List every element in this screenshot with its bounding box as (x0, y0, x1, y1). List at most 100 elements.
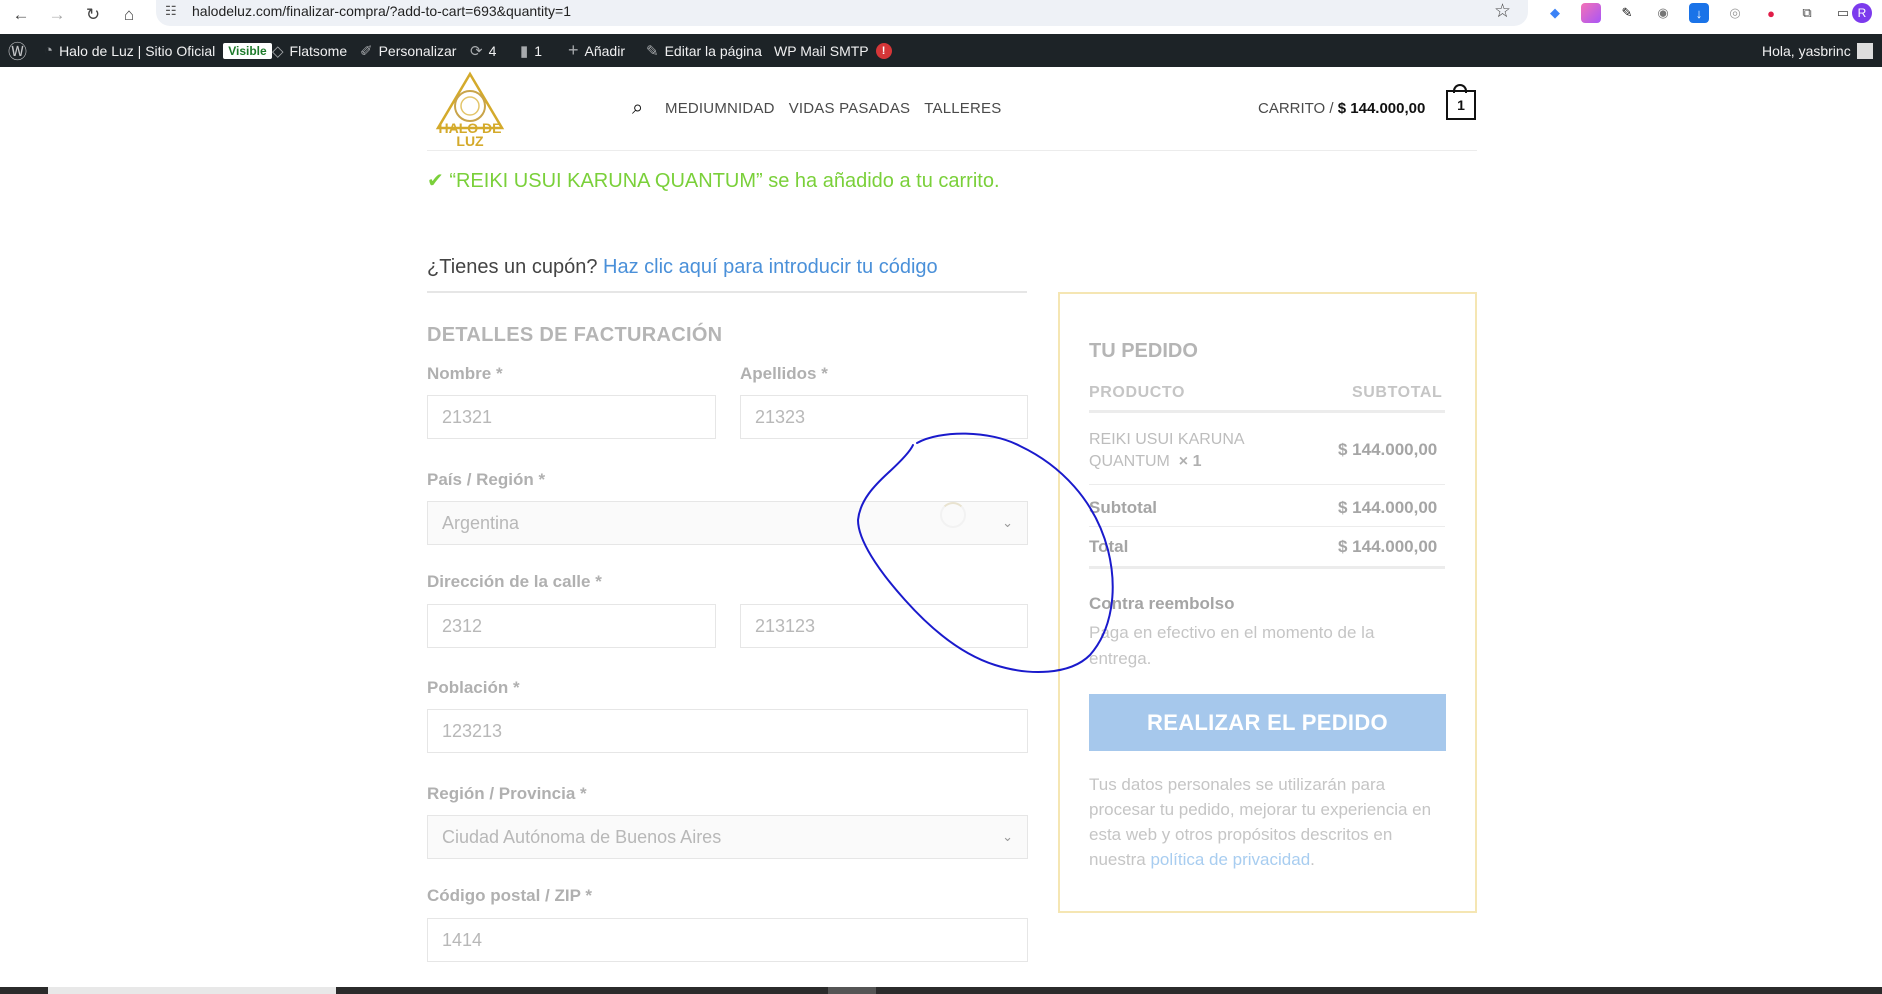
first-name-field[interactable]: 21321 (427, 395, 716, 439)
smtp-alert-badge: ! (875, 42, 892, 59)
greeting-label: Hola, yasbrinc (1762, 42, 1851, 59)
chevron-down-icon: ⌄ (1002, 829, 1013, 844)
eyedropper-icon[interactable]: ✎ (1617, 3, 1637, 23)
place-order-button[interactable]: REALIZAR EL PEDIDO (1089, 694, 1446, 751)
user-avatar (1856, 42, 1873, 59)
col-subtotal: SUBTOTAL (1352, 384, 1443, 401)
cart-count[interactable]: 1 (1446, 90, 1476, 120)
admin-smtp[interactable]: WP Mail SMTP ! (774, 34, 892, 67)
address-1-field[interactable]: 2312 (427, 604, 716, 648)
pencil-icon: ✎ (646, 42, 659, 60)
updates-icon: ⟳ (470, 42, 483, 60)
last-name-label: Apellidos * (740, 364, 828, 383)
admin-theme[interactable]: ◇ Flatsome (272, 34, 347, 67)
dashboard-icon: ◔ (44, 42, 54, 59)
admin-add-new[interactable]: + Añadir (568, 34, 625, 67)
admin-customize[interactable]: ✐ Personalizar (360, 34, 456, 67)
order-item-price: $ 144.000,00 (1338, 440, 1438, 459)
header-divider (427, 150, 1477, 151)
chevron-down-icon: ⌄ (1002, 515, 1013, 530)
site-name-label: Halo de Luz | Sitio Oficial (59, 42, 216, 59)
admin-updates[interactable]: ⟳ 4 (470, 34, 496, 67)
download-icon[interactable]: ↓ (1689, 3, 1709, 23)
nav-vidas-pasadas[interactable]: VIDAS PASADAS (789, 100, 911, 117)
profile-avatar[interactable]: R (1852, 3, 1872, 23)
payment-method[interactable]: Contra reembolso (1089, 594, 1234, 614)
state-select[interactable]: Ciudad Autónoma de Buenos Aires ⌄ (427, 815, 1028, 859)
admin-account[interactable]: Hola, yasbrinc (1762, 34, 1873, 67)
admin-edit-page[interactable]: ✎ Editar la página (646, 34, 762, 67)
coupon-divider (427, 291, 1027, 293)
main-nav: MEDIUMNIDAD VIDAS PASADAS TALLERES (665, 100, 1001, 117)
privacy-end: . (1310, 850, 1315, 869)
cart-label: CARRITO / (1258, 100, 1334, 117)
payment-description: Paga en efectivo en el momento de la ent… (1089, 623, 1375, 668)
postcode-label: Código postal / ZIP * (427, 886, 592, 905)
updates-count: 4 (488, 42, 497, 59)
browser-toolbar: ← → ↻ ⌂ ☷ halodeluz.com/finalizar-compra… (0, 0, 1882, 34)
visible-badge: Visible (223, 42, 272, 59)
site-info-icon[interactable]: ☷ (165, 3, 177, 19)
privacy-policy-link[interactable]: política de privacidad (1150, 850, 1310, 869)
admin-comments[interactable]: ▮ 1 (520, 34, 542, 67)
subtotal-label: Subtotal (1089, 498, 1157, 517)
theme-label: Flatsome (289, 42, 348, 59)
side-panel-icon[interactable]: ▭ (1833, 3, 1853, 23)
reload-icon[interactable]: ↻ (80, 2, 106, 28)
order-title: TU PEDIDO (1089, 340, 1198, 362)
checkmark-icon: ✔ (427, 170, 444, 192)
customize-label: Personalizar (378, 42, 457, 59)
address-2-field[interactable]: 213123 (740, 604, 1028, 648)
total-value: $ 144.000,00 (1338, 537, 1438, 556)
pokeball-icon[interactable]: ● (1761, 3, 1781, 23)
forward-icon[interactable]: → (44, 2, 70, 28)
admin-site-name[interactable]: ◔ Halo de Luz | Sitio Oficial Visible (44, 34, 272, 67)
home-icon[interactable]: ⌂ (116, 2, 142, 28)
back-icon[interactable]: ← (8, 2, 34, 28)
extensions-puzzle-icon[interactable]: ⧉ (1797, 3, 1817, 23)
nav-talleres[interactable]: TALLERES (924, 100, 1001, 117)
cart-total: $ 144.000,00 (1337, 100, 1426, 117)
last-name-field[interactable]: 21323 (740, 395, 1028, 439)
logo-text: HALO DE LUZ (430, 121, 510, 148)
flatsome-diamond-icon: ◇ (272, 42, 284, 60)
added-to-cart-notice: ✔ “REIKI USUI KARUNA QUANTUM” se ha añad… (427, 168, 1000, 193)
add-new-label: Añadir (584, 42, 625, 59)
cart-link[interactable]: CARRITO / $ 144.000,00 (1258, 100, 1425, 117)
coupon-link[interactable]: Haz clic aquí para introducir tu código (603, 256, 938, 278)
city-label: Población * (427, 678, 520, 697)
subtotal-divider (1089, 526, 1445, 527)
wp-admin-bar: Ⓦ ◔ Halo de Luz | Sitio Oficial Visible … (0, 34, 1882, 67)
privacy-notice: Tus datos personales se utilizarán para … (1089, 772, 1449, 872)
first-name-label: Nombre * (427, 364, 503, 383)
compass-icon[interactable]: ◎ (1725, 3, 1745, 23)
item-name-line1: REIKI USUI KARUNA (1089, 431, 1245, 448)
comment-icon: ▮ (520, 42, 529, 60)
bookmark-star-icon[interactable]: ☆ (1494, 0, 1511, 23)
camera-icon[interactable]: ◉ (1653, 3, 1673, 23)
state-value: Ciudad Autónoma de Buenos Aires (442, 826, 722, 847)
coupon-question: ¿Tienes un cupón? (427, 256, 598, 278)
notice-message: “REIKI USUI KARUNA QUANTUM” se ha añadid… (449, 170, 1000, 192)
coupon-notice: ¿Tienes un cupón? Haz clic aquí para int… (427, 256, 938, 279)
subtotal-value: $ 144.000,00 (1338, 498, 1438, 517)
brush-icon: ✐ (360, 42, 373, 60)
extension-gradient-icon[interactable] (1581, 3, 1601, 23)
total-divider (1089, 566, 1445, 569)
plus-icon: + (568, 40, 579, 60)
order-item-name: REIKI USUI KARUNA QUANTUM × 1 (1089, 429, 1245, 473)
city-field[interactable]: 123213 (427, 709, 1028, 753)
loading-spinner (940, 502, 966, 528)
nav-mediumnidad[interactable]: MEDIUMNIDAD (665, 100, 775, 117)
edit-page-label: Editar la página (664, 42, 762, 59)
billing-title: DETALLES DE FACTURACIÓN (427, 324, 723, 346)
url-text[interactable]: halodeluz.com/finalizar-compra/?add-to-c… (192, 3, 571, 19)
search-icon[interactable]: ⌕ (632, 97, 643, 120)
wordpress-logo-icon[interactable]: Ⓦ (8, 34, 33, 67)
item-name-line2: QUANTUM (1089, 453, 1170, 470)
total-label: Total (1089, 537, 1129, 556)
postcode-field[interactable]: 1414 (427, 918, 1028, 962)
extension-tag-icon[interactable]: ◆ (1545, 3, 1565, 23)
smtp-label: WP Mail SMTP (774, 42, 869, 59)
country-select[interactable]: Argentina ⌄ (427, 501, 1028, 545)
